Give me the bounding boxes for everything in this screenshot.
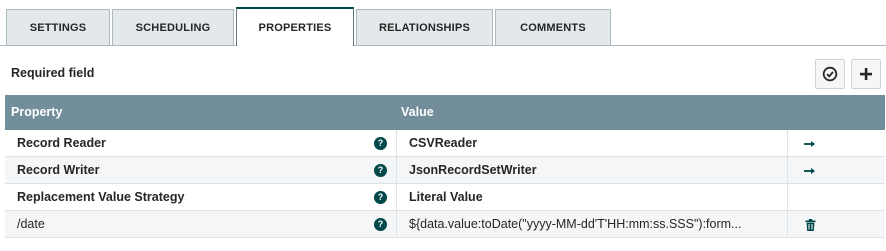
property-name: Record Reader — [17, 136, 106, 150]
table-row[interactable]: /date ? ${data.value:toDate("yyyy-MM-dd'… — [5, 211, 885, 238]
check-circle-icon — [822, 66, 838, 82]
tab-bar: SETTINGS SCHEDULING PROPERTIES RELATIONS… — [0, 0, 886, 46]
table-header: Property Value — [5, 95, 885, 130]
column-divider — [396, 211, 397, 237]
table-row[interactable]: Replacement Value Strategy ? Literal Val… — [5, 184, 885, 211]
help-icon[interactable]: ? — [374, 164, 387, 177]
property-name: /date — [17, 217, 45, 231]
property-value[interactable]: Literal Value — [409, 184, 779, 211]
property-name: Replacement Value Strategy — [17, 190, 185, 204]
column-header-property: Property — [11, 105, 63, 119]
help-icon[interactable]: ? — [374, 191, 387, 204]
column-divider — [396, 130, 397, 156]
delete-property-button[interactable] — [800, 211, 820, 238]
tab-comments[interactable]: COMMENTS — [495, 9, 611, 45]
tab-scheduling[interactable]: SCHEDULING — [112, 9, 234, 45]
add-property-button[interactable] — [851, 59, 881, 89]
column-divider — [787, 184, 788, 210]
column-divider — [787, 130, 788, 156]
table-row[interactable]: Record Reader ? CSVReader — [5, 130, 885, 157]
table-row[interactable]: Record Writer ? JsonRecordSetWriter — [5, 157, 885, 184]
property-value[interactable]: CSVReader — [409, 130, 779, 157]
go-to-service-button[interactable] — [800, 130, 820, 157]
column-divider — [396, 157, 397, 183]
plus-icon — [860, 68, 872, 80]
arrow-right-icon — [804, 167, 815, 174]
go-to-service-button[interactable] — [800, 157, 820, 184]
verify-button[interactable] — [815, 59, 845, 89]
tab-properties[interactable]: PROPERTIES — [236, 7, 354, 46]
tab-settings[interactable]: SETTINGS — [6, 9, 110, 45]
column-divider — [787, 211, 788, 237]
property-name: Record Writer — [17, 163, 100, 177]
help-icon[interactable]: ? — [374, 137, 387, 150]
column-divider — [396, 184, 397, 210]
property-value[interactable]: ${data.value:toDate("yyyy-MM-dd'T'HH:mm:… — [409, 211, 779, 238]
tab-bar-divider — [0, 45, 886, 46]
help-icon[interactable]: ? — [374, 218, 387, 231]
properties-table: Property Value Record Reader ? CSVReader… — [5, 95, 885, 238]
tab-relationships[interactable]: RELATIONSHIPS — [356, 9, 493, 45]
property-value[interactable]: JsonRecordSetWriter — [409, 157, 779, 184]
arrow-right-icon — [804, 140, 815, 147]
required-field-label: Required field — [11, 66, 95, 80]
trash-icon — [805, 218, 815, 231]
column-header-value: Value — [401, 105, 434, 119]
column-divider — [787, 157, 788, 183]
